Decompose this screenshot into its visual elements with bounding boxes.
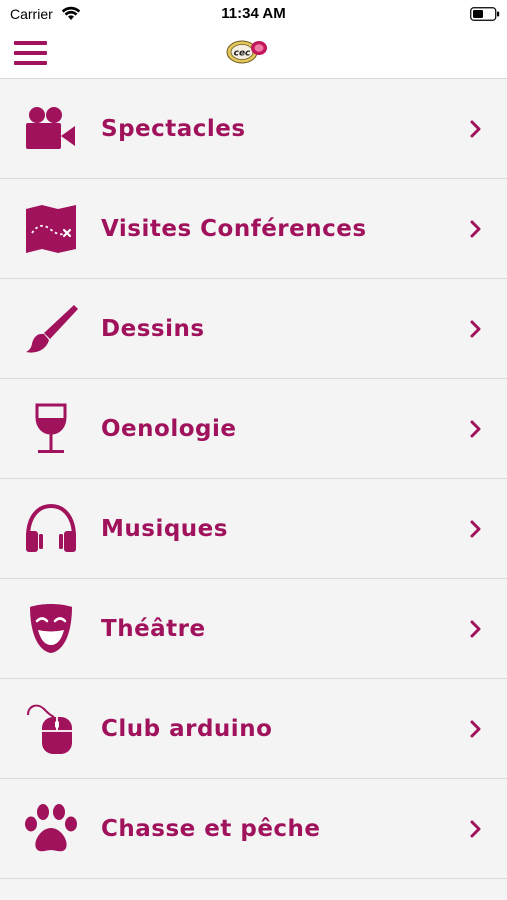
list-item-oenologie[interactable]: Oenologie <box>0 379 507 479</box>
list-item-musiques[interactable]: Musiques <box>0 479 507 579</box>
paw-print-icon <box>25 804 77 852</box>
activities-list: Spectacles Visites Conférences Dessins O… <box>0 79 507 879</box>
status-bar: Carrier 11:34 AM <box>0 0 507 28</box>
svg-text:cec: cec <box>234 49 251 59</box>
treasure-map-icon <box>26 205 76 253</box>
status-time: 11:34 AM <box>221 5 286 22</box>
chevron-right-icon <box>470 120 481 138</box>
navigation-bar: cec <box>0 28 507 79</box>
list-item-chasse-et-peche[interactable]: Chasse et pêche <box>0 779 507 879</box>
list-item-dessins[interactable]: Dessins <box>0 279 507 379</box>
app-logo: cec <box>226 40 267 64</box>
wine-glass-icon <box>35 403 67 453</box>
movie-camera-icon <box>26 107 75 149</box>
chevron-right-icon <box>470 220 481 238</box>
chevron-right-icon <box>470 420 481 438</box>
battery-icon <box>470 7 500 21</box>
list-item-club-arduino[interactable]: Club arduino <box>0 679 507 779</box>
list-item-label: Visites Conférences <box>101 216 367 242</box>
list-item-label: Spectacles <box>101 116 246 142</box>
chevron-right-icon <box>470 720 481 738</box>
list-item-label: Oenologie <box>101 416 237 442</box>
chevron-right-icon <box>470 520 481 538</box>
computer-mouse-icon <box>27 704 72 754</box>
list-item-label: Club arduino <box>101 716 273 742</box>
list-item-label: Musiques <box>101 516 228 542</box>
list-item-spectacles[interactable]: Spectacles <box>0 79 507 179</box>
chevron-right-icon <box>470 820 481 838</box>
list-item-label: Chasse et pêche <box>101 816 321 842</box>
theater-mask-icon <box>30 604 72 653</box>
headphones-icon <box>26 503 76 552</box>
paintbrush-icon <box>26 305 78 353</box>
hamburger-menu-icon[interactable] <box>12 38 50 68</box>
chevron-right-icon <box>470 320 481 338</box>
list-item-theatre[interactable]: Théâtre <box>0 579 507 679</box>
list-item-label: Théâtre <box>101 616 206 642</box>
chevron-right-icon <box>470 620 481 638</box>
list-item-label: Dessins <box>101 316 205 342</box>
list-item-visites-conferences[interactable]: Visites Conférences <box>0 179 507 279</box>
